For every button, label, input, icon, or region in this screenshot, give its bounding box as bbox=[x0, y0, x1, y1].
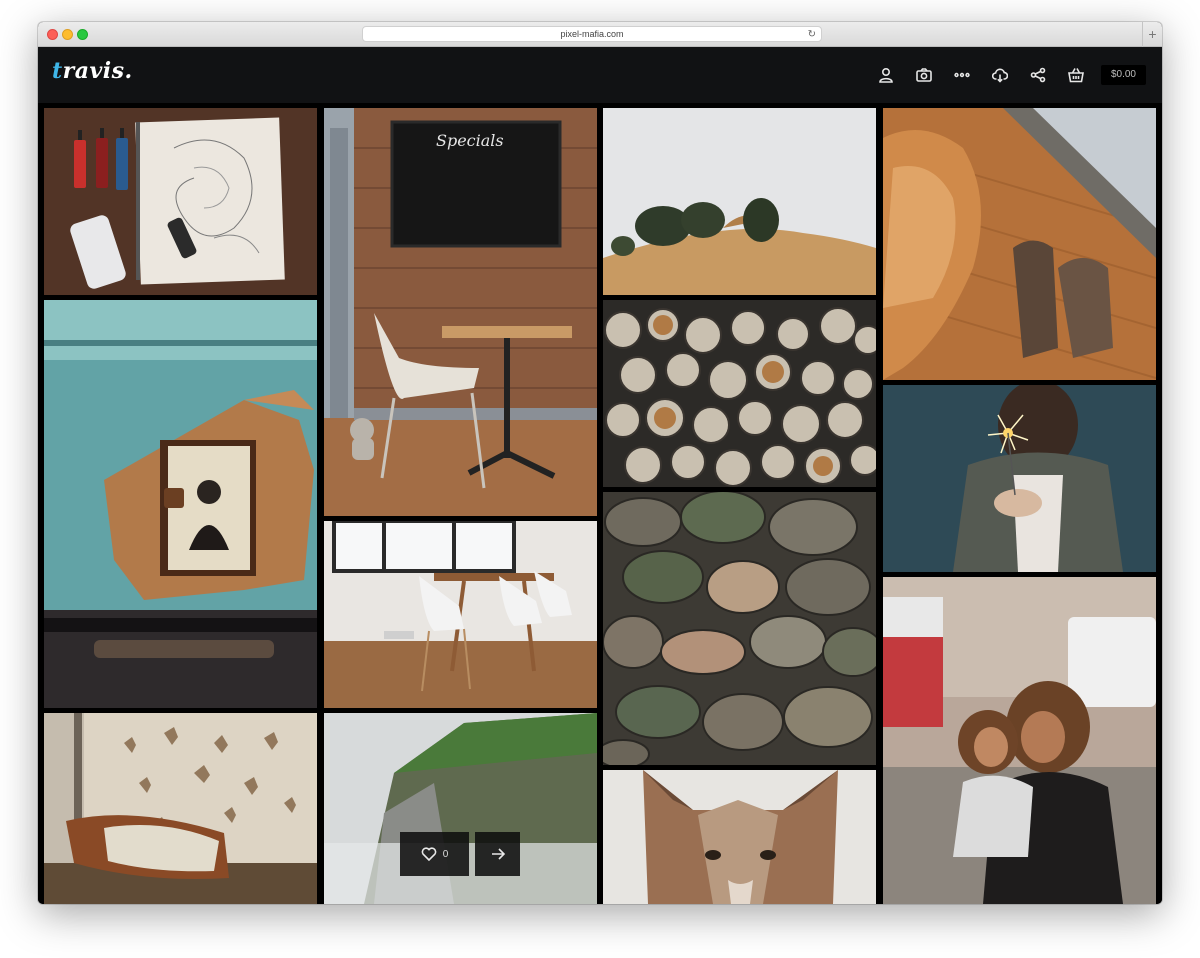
gallery-photo-firewood[interactable] bbox=[603, 300, 876, 487]
new-tab-button[interactable]: + bbox=[1142, 22, 1162, 47]
logo-accent-letter: t bbox=[52, 58, 63, 84]
gallery-photo-vintage-glove[interactable] bbox=[44, 300, 317, 708]
browser-titlebar: pixel-mafia.com ↻ + bbox=[38, 22, 1162, 47]
like-count: 0 bbox=[442, 848, 449, 860]
more-icon[interactable] bbox=[943, 62, 981, 88]
basket-icon[interactable] bbox=[1057, 62, 1095, 88]
gallery-photo-wallet-butterflies[interactable] bbox=[44, 713, 317, 904]
site-logo[interactable]: travis. bbox=[52, 58, 133, 84]
cloud-download-icon[interactable] bbox=[981, 62, 1019, 88]
gallery-photo-dining-room[interactable] bbox=[324, 521, 597, 708]
close-window-button[interactable] bbox=[47, 29, 58, 40]
arrow-right-icon bbox=[491, 848, 505, 860]
gallery-photo-sparkler[interactable] bbox=[883, 385, 1156, 572]
gallery-photo-cat-boots[interactable] bbox=[883, 108, 1156, 380]
gallery-photo-fox[interactable] bbox=[603, 770, 876, 904]
cart-total[interactable]: $0.00 bbox=[1100, 65, 1146, 85]
specials-chalk-text: Specials bbox=[436, 131, 504, 150]
site-header: travis. $0.00 bbox=[38, 47, 1162, 103]
address-bar-url: pixel-mafia.com bbox=[560, 29, 624, 39]
photo-actions: 0 bbox=[400, 832, 520, 876]
share-icon[interactable] bbox=[1019, 62, 1057, 88]
header-nav: $0.00 bbox=[867, 62, 1146, 88]
logo-text: ravis. bbox=[62, 58, 133, 84]
gallery-photo-river-stones[interactable] bbox=[603, 492, 876, 765]
gallery-photo-misty-hill[interactable] bbox=[603, 108, 876, 295]
gallery-photo-mother-child[interactable] bbox=[883, 577, 1156, 904]
user-icon[interactable] bbox=[867, 62, 905, 88]
browser-window: pixel-mafia.com ↻ + travis. $0.00 Specia… bbox=[38, 22, 1162, 904]
minimize-window-button[interactable] bbox=[62, 29, 73, 40]
zoom-window-button[interactable] bbox=[77, 29, 88, 40]
photo-gallery: Specials bbox=[38, 103, 1162, 904]
gallery-photo-cafe-specials[interactable]: Specials bbox=[324, 108, 597, 516]
heart-icon bbox=[421, 847, 437, 862]
open-photo-button[interactable] bbox=[475, 832, 520, 876]
camera-icon[interactable] bbox=[905, 62, 943, 88]
gallery-photo-tattoo-sketch[interactable] bbox=[44, 108, 317, 295]
like-button[interactable]: 0 bbox=[400, 832, 469, 876]
reload-icon[interactable]: ↻ bbox=[808, 28, 816, 41]
address-bar[interactable]: pixel-mafia.com ↻ bbox=[362, 26, 822, 42]
